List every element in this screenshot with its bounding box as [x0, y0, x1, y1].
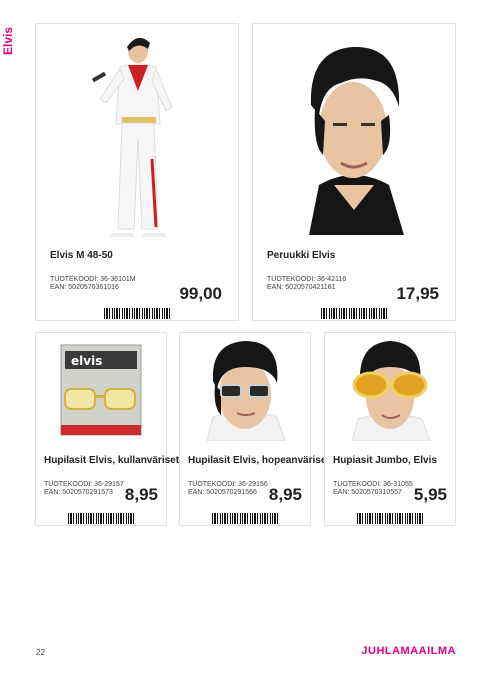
- section-tab-label: Elvis: [1, 26, 16, 56]
- product-code: TUOTEKOODI: 36-36101M: [50, 276, 136, 283]
- product-code: TUOTEKOODI: 36-42116: [267, 276, 347, 283]
- page-number: 22: [36, 648, 45, 657]
- product-ean: EAN: 5020570310557: [333, 489, 402, 496]
- product-name: Hupilasit Elvis, kullanväriset: [44, 455, 180, 466]
- product-ean: EAN: 5020570291573: [44, 489, 113, 496]
- product-image-gold-glasses-package: elvis: [36, 333, 166, 445]
- svg-text:elvis: elvis: [71, 354, 102, 368]
- barcode: [212, 513, 278, 524]
- product-image-jumbo-glasses-model: [325, 333, 455, 445]
- product-price: 8,95: [268, 485, 302, 504]
- product-card[interactable]: Hupilasit Elvis, hopeanväriset TUOTEKOOD…: [179, 332, 330, 526]
- product-ean: EAN: 5020570291566: [188, 489, 257, 496]
- product-image-elvis-wig: [253, 24, 455, 246]
- barcode: [104, 308, 170, 319]
- product-meta: TUOTEKOODI: 36-29156 EAN: 5020570291566: [188, 481, 268, 497]
- product-name: Hupilasit Elvis, hopeanväriset: [188, 455, 330, 466]
- barcode: [68, 513, 134, 524]
- product-image-elvis-costume: [36, 24, 238, 246]
- product-card[interactable]: elvis Hupilasit Elvis, kullanväriset TUO…: [35, 332, 179, 526]
- product-code: TUOTEKOODI: 36-29157: [44, 481, 124, 488]
- product-code: TUOTEKOODI: 36-31055: [333, 481, 413, 488]
- product-meta: TUOTEKOODI: 36-36101M EAN: 5020570361016: [50, 276, 136, 292]
- barcode: [321, 308, 387, 319]
- product-price: 8,95: [124, 485, 158, 504]
- product-code: TUOTEKOODI: 36-29156: [188, 481, 268, 488]
- product-price: 5,95: [413, 485, 447, 504]
- product-price: 17,95: [396, 284, 439, 303]
- barcode: [357, 513, 423, 524]
- product-name: Peruukki Elvis: [267, 250, 336, 261]
- product-ean: EAN: 5020570361016: [50, 284, 119, 291]
- product-image-silver-glasses-model: [180, 333, 310, 445]
- product-card[interactable]: Peruukki Elvis TUOTEKOODI: 36-42116 EAN:…: [252, 23, 456, 321]
- product-name: Hupiasit Jumbo, Elvis: [333, 455, 437, 466]
- product-card[interactable]: Elvis M 48-50 TUOTEKOODI: 36-36101M EAN:…: [35, 23, 239, 321]
- brand-logo: JUHLAMAAILMA: [361, 645, 456, 657]
- product-meta: TUOTEKOODI: 36-29157 EAN: 5020570291573: [44, 481, 124, 497]
- product-name: Elvis M 48-50: [50, 250, 113, 261]
- product-card[interactable]: Hupiasit Jumbo, Elvis TUOTEKOODI: 36-310…: [324, 332, 456, 526]
- section-tab: Elvis: [1, 22, 22, 62]
- product-price: 99,00: [179, 284, 222, 303]
- product-meta: TUOTEKOODI: 36-42116 EAN: 5020570421161: [267, 276, 346, 292]
- product-meta: TUOTEKOODI: 36-31055 EAN: 5020570310557: [333, 481, 413, 497]
- product-ean: EAN: 5020570421161: [267, 284, 336, 291]
